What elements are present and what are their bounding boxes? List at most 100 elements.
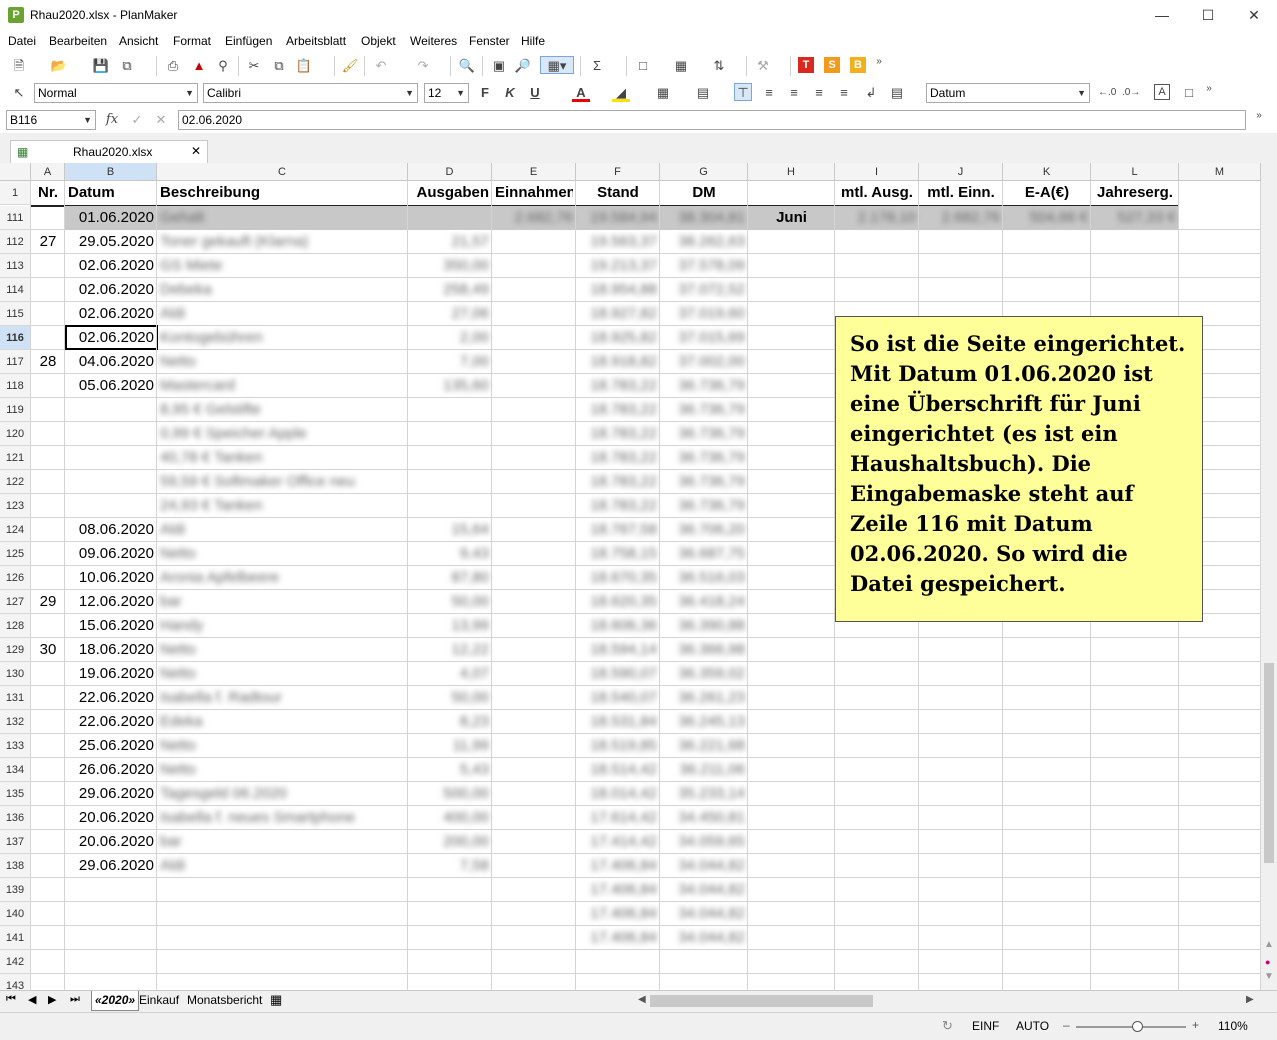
scroll-right-icon[interactable]: ▶ xyxy=(1246,994,1254,1005)
vertical-scrollbar[interactable]: ▲ ● ▼ xyxy=(1261,163,1277,990)
cell-d-114[interactable]: 258,49 xyxy=(411,278,489,302)
row-header[interactable]: 140 xyxy=(0,902,31,926)
menu-bearbeiten[interactable]: Bearbeiten xyxy=(49,34,107,48)
row-header[interactable]: 141 xyxy=(0,926,31,950)
cell-c-114[interactable]: Debeka xyxy=(160,278,405,302)
cell-f-112[interactable]: 19.563,37 xyxy=(579,230,657,254)
increase-decimals-icon[interactable]: ←.0 xyxy=(1098,84,1116,102)
cell-c-136[interactable]: Isabella f. neues Smartphone xyxy=(160,806,405,830)
cell-c-125[interactable]: Netto xyxy=(160,542,405,566)
row-header[interactable]: 118 xyxy=(0,374,31,398)
cell-g-119[interactable]: 36.736,79 xyxy=(663,398,745,422)
header-cell[interactable]: mtl. Einn. xyxy=(922,181,1000,205)
cell-b-127[interactable]: 12.06.2020 xyxy=(68,590,154,614)
sheet-tab-einkauf[interactable]: Einkauf xyxy=(139,993,179,1007)
cell-c-133[interactable]: Netto xyxy=(160,734,405,758)
cell-b-118[interactable]: 05.06.2020 xyxy=(68,374,154,398)
row-header[interactable]: 123 xyxy=(0,494,31,518)
next-sheet-icon[interactable]: ▶ xyxy=(48,993,56,1006)
cell-d-129[interactable]: 12,22 xyxy=(411,638,489,662)
cell-f-111[interactable]: 19.584,94 xyxy=(579,206,657,230)
cell-f-116[interactable]: 18.925,82 xyxy=(579,326,657,350)
zoom-level[interactable]: 110% xyxy=(1218,1019,1248,1033)
cell-f-137[interactable]: 17.414,42 xyxy=(579,830,657,854)
row-header[interactable]: 124 xyxy=(0,518,31,542)
cell-f-139[interactable]: 17.406,84 xyxy=(579,878,657,902)
save-all-icon[interactable]: ⧉ xyxy=(118,57,136,75)
zoom-in-icon[interactable]: + xyxy=(1192,1018,1199,1032)
cell-d-126[interactable]: 87,80 xyxy=(411,566,489,590)
scroll-down-icon[interactable]: ▼ xyxy=(1264,971,1274,982)
cell-c-122[interactable]: 59,59 € Softmaker Office neu xyxy=(160,470,405,494)
cell-d-137[interactable]: 200,00 xyxy=(411,830,489,854)
style-dropdown[interactable]: Normal ▼ xyxy=(34,83,198,103)
copy-icon[interactable]: ⧉ xyxy=(270,57,288,75)
merge-cells-icon[interactable]: ▤ xyxy=(694,84,712,102)
header-cell[interactable]: Stand xyxy=(579,181,657,205)
cell-g-126[interactable]: 36.516,03 xyxy=(663,566,745,590)
row-header[interactable]: 136 xyxy=(0,806,31,830)
cell-b-125[interactable]: 09.06.2020 xyxy=(68,542,154,566)
cell-c-127[interactable]: bar xyxy=(160,590,405,614)
confirm-icon[interactable]: ✓ xyxy=(128,111,146,129)
cell-f-134[interactable]: 18.514,42 xyxy=(579,758,657,782)
cell-c-129[interactable]: Netto xyxy=(160,638,405,662)
minimize-button[interactable]: — xyxy=(1139,0,1185,31)
cell-c-112[interactable]: Toner gekauft (Klarna) xyxy=(160,230,405,254)
cell-b-129[interactable]: 18.06.2020 xyxy=(68,638,154,662)
menu-einfuegen[interactable]: Einfügen xyxy=(225,34,272,48)
column-header-i[interactable]: I xyxy=(835,163,919,181)
cell-g-135[interactable]: 35.233,14 xyxy=(663,782,745,806)
cell-b-128[interactable]: 15.06.2020 xyxy=(68,614,154,638)
cell-d-112[interactable]: 21,57 xyxy=(411,230,489,254)
column-header-k[interactable]: K xyxy=(1003,163,1091,181)
cell-f-117[interactable]: 18.918,82 xyxy=(579,350,657,374)
undo-icon[interactable]: ↶ xyxy=(372,57,390,75)
export-pdf-icon[interactable]: ▲ xyxy=(190,57,208,75)
column-header-d[interactable]: D xyxy=(408,163,492,181)
cell-a-112[interactable]: 27 xyxy=(34,230,62,254)
cell-b-133[interactable]: 25.06.2020 xyxy=(68,734,154,758)
cell-b-124[interactable]: 08.06.2020 xyxy=(68,518,154,542)
cell-f-132[interactable]: 18.531,84 xyxy=(579,710,657,734)
first-sheet-icon[interactable]: ⏮ xyxy=(6,993,16,1006)
row-header[interactable]: 111 xyxy=(0,206,31,230)
menu-ansicht[interactable]: Ansicht xyxy=(119,34,158,48)
cell-g-140[interactable]: 34.044,82 xyxy=(663,902,745,926)
cell-g-113[interactable]: 37.578,09 xyxy=(663,254,745,278)
wrap-text-icon[interactable]: ↲ xyxy=(862,84,880,102)
corner-select-all[interactable] xyxy=(0,163,31,181)
cell-c-121[interactable]: 40,78 € Tanken xyxy=(160,446,405,470)
cell-f-124[interactable]: 18.767,58 xyxy=(579,518,657,542)
row-header[interactable]: 130 xyxy=(0,662,31,686)
cell-c-115[interactable]: Aldi xyxy=(160,302,405,326)
cell-g-112[interactable]: 38.262,63 xyxy=(663,230,745,254)
cell-g-124[interactable]: 36.706,20 xyxy=(663,518,745,542)
cell-g-117[interactable]: 37.002,00 xyxy=(663,350,745,374)
column-header-h[interactable]: H xyxy=(748,163,835,181)
print-icon[interactable]: ⎙ xyxy=(164,57,182,75)
column-header-g[interactable]: G xyxy=(660,163,748,181)
sort-icon[interactable]: ⇅ xyxy=(710,57,728,75)
cell-c-131[interactable]: Isabella f. Radtour xyxy=(160,686,405,710)
cell-c-118[interactable]: Mastercard xyxy=(160,374,405,398)
cell-f-141[interactable]: 17.406,84 xyxy=(579,926,657,950)
cell-f-136[interactable]: 17.614,42 xyxy=(579,806,657,830)
cell-d-117[interactable]: 7,00 xyxy=(411,350,489,374)
italic-icon[interactable]: K xyxy=(501,84,519,102)
text-frame-icon[interactable]: A xyxy=(1154,84,1170,100)
cell-a-129[interactable]: 30 xyxy=(34,638,62,662)
open-folder-icon[interactable]: 📂 xyxy=(50,57,68,75)
cell-b-134[interactable]: 26.06.2020 xyxy=(68,758,154,782)
cell-f-115[interactable]: 18.927,82 xyxy=(579,302,657,326)
cell-c-132[interactable]: Edeka xyxy=(160,710,405,734)
header-cell[interactable]: Jahreserg. xyxy=(1094,181,1176,205)
cell-l-111[interactable]: 527,33 € xyxy=(1094,206,1176,230)
cell-d-131[interactable]: 50,00 xyxy=(411,686,489,710)
cell-f-140[interactable]: 17.406,84 xyxy=(579,902,657,926)
cell-b-111[interactable]: 01.06.2020 xyxy=(68,206,154,230)
cell-g-122[interactable]: 36.736,79 xyxy=(663,470,745,494)
cell-f-128[interactable]: 18.606,36 xyxy=(579,614,657,638)
scroll-dot-icon[interactable]: ● xyxy=(1265,957,1270,967)
row-header[interactable]: 120 xyxy=(0,422,31,446)
